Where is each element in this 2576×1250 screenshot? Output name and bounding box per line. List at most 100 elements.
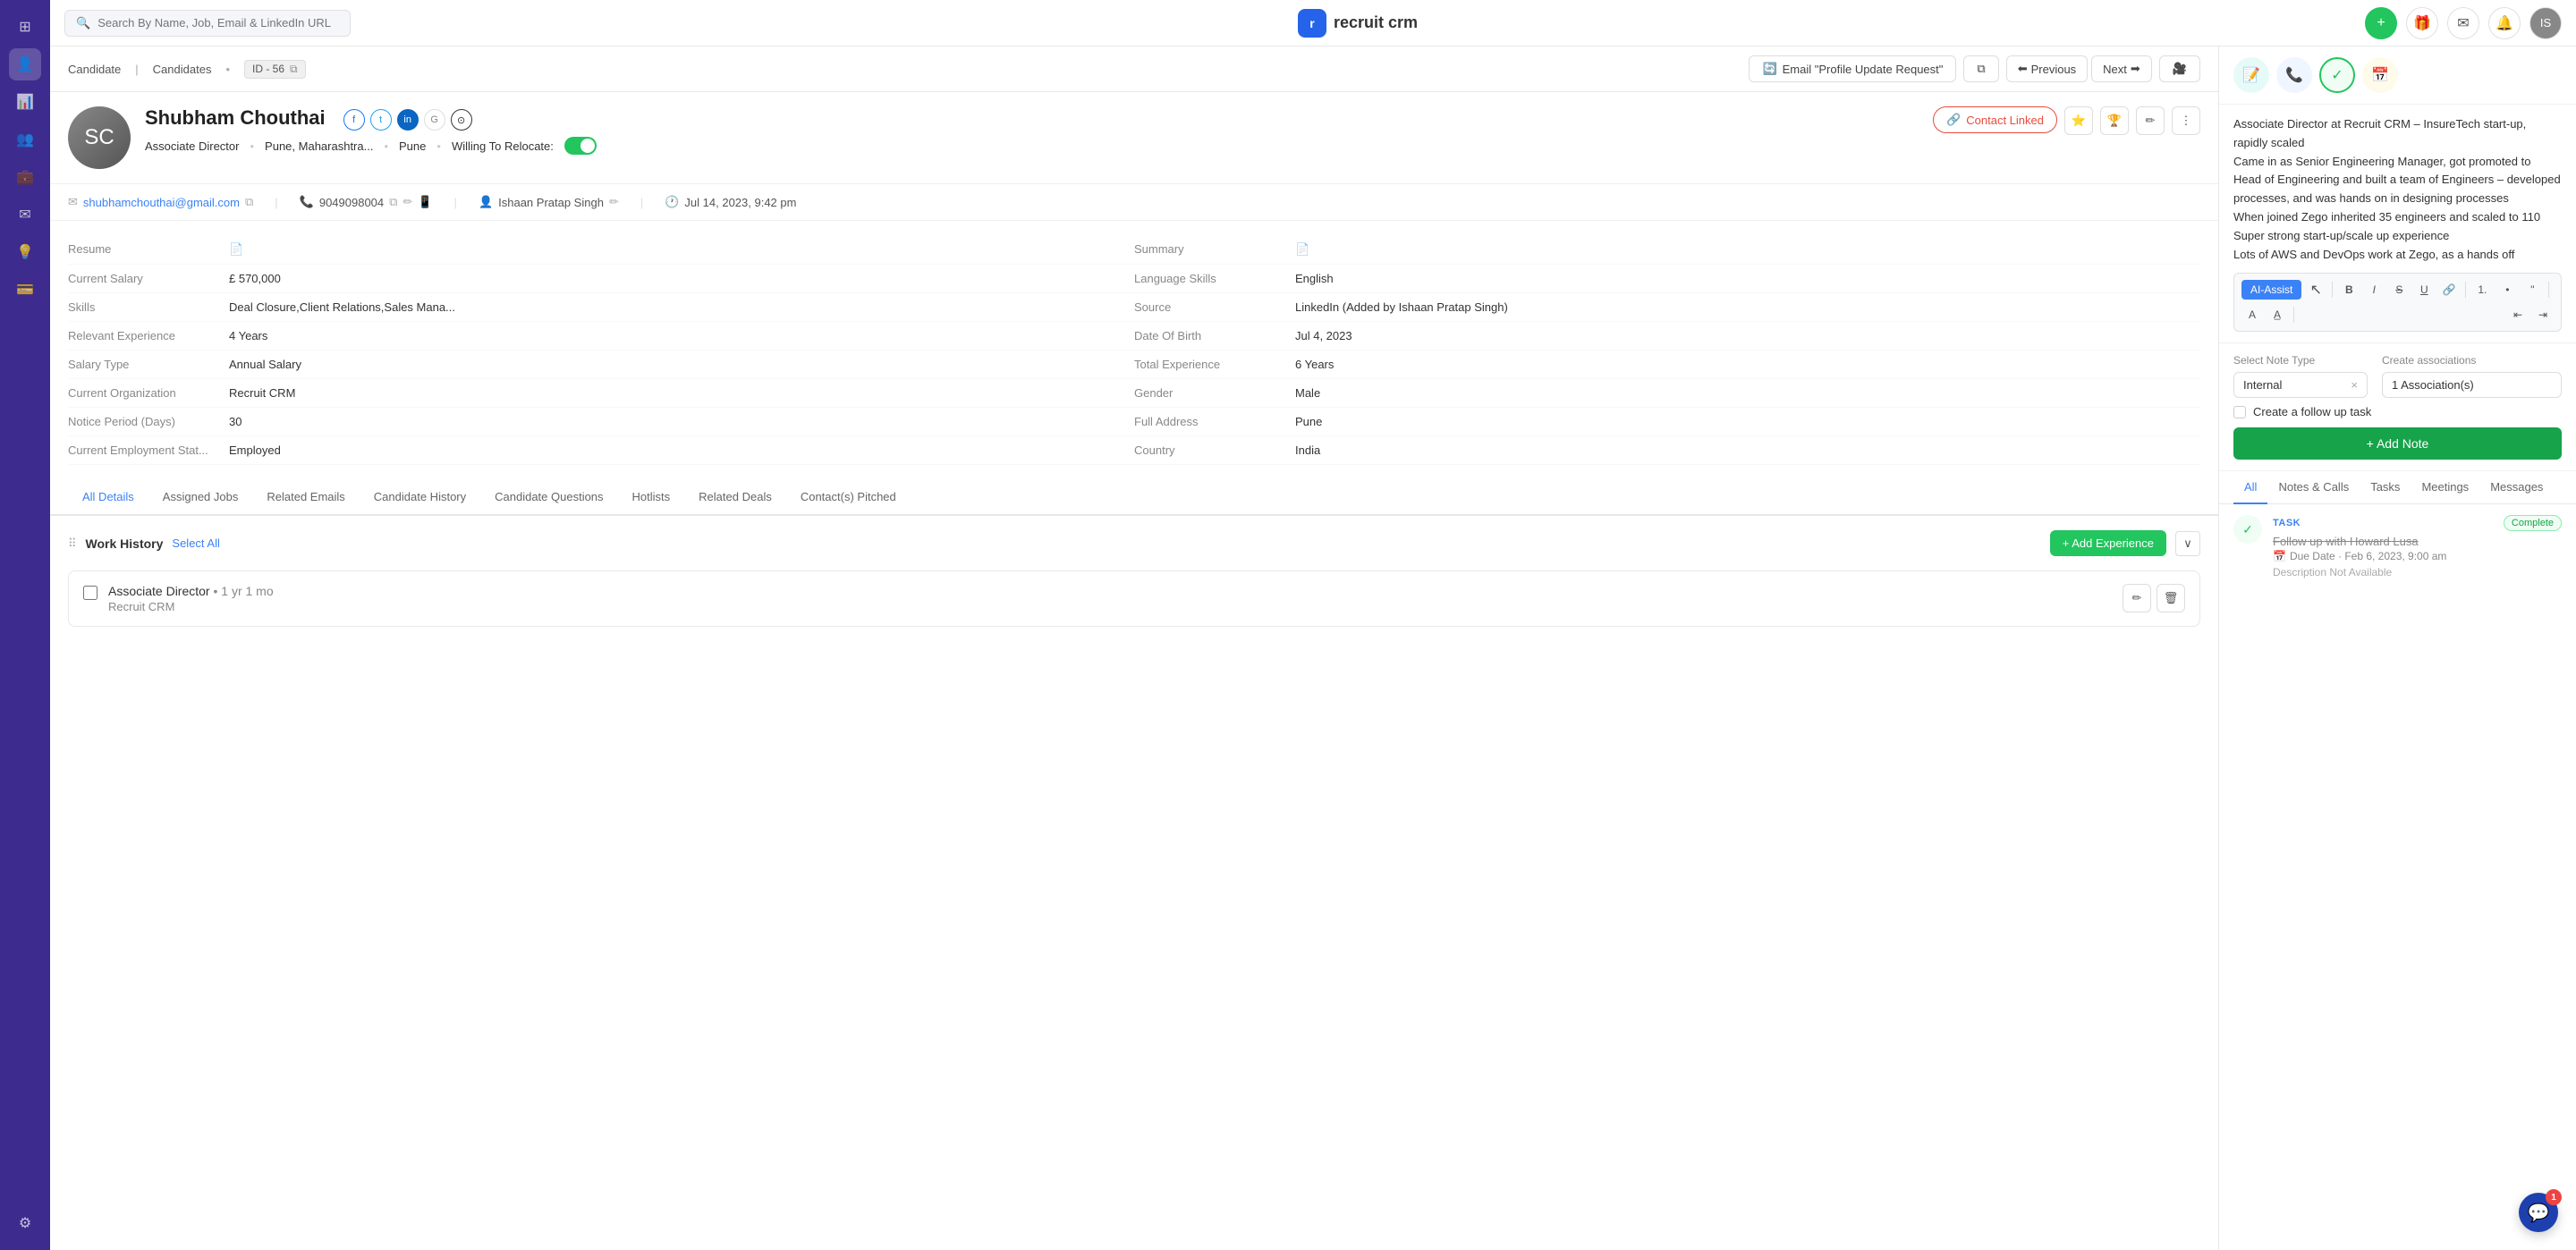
note-type-select[interactable]: Internal × (2233, 372, 2368, 398)
act-tab-all[interactable]: All (2233, 471, 2267, 504)
logo-area: r recruit crm (361, 9, 2354, 38)
toolbar-highlight-btn[interactable]: A̲ (2267, 304, 2288, 325)
tab-related-emails[interactable]: Related Emails (252, 479, 359, 516)
avatar-button[interactable]: IS (2529, 7, 2562, 39)
whatsapp-icon[interactable]: 📱 (418, 195, 432, 209)
toolbar-underline-btn[interactable]: U (2413, 279, 2435, 300)
resume-row: Resume 📄 (68, 235, 1134, 265)
act-tab-messages[interactable]: Messages (2479, 471, 2554, 504)
edit-job-btn[interactable]: ✏ (2123, 584, 2151, 612)
summary-value[interactable]: 📄 (1295, 242, 2200, 257)
toolbar-quote-btn[interactable]: " (2521, 279, 2543, 300)
email-icon-button[interactable]: ✉ (2447, 7, 2479, 39)
previous-btn[interactable]: ⬅ Previous (2006, 55, 2088, 82)
contact-linked-btn[interactable]: 🔗 Contact Linked (1933, 106, 2057, 133)
gift-icon-button[interactable]: 🎁 (2406, 7, 2438, 39)
linkedin-icon[interactable]: in (397, 109, 419, 131)
rp-notes-icon[interactable]: 📝 (2233, 57, 2269, 93)
associations-box[interactable]: 1 Association(s) (2382, 372, 2562, 398)
current-org-row: Current Organization Recruit CRM (68, 379, 1134, 408)
star-icon-btn[interactable]: ⭐ (2064, 106, 2093, 135)
toolbar-strikethrough-btn[interactable]: S (2388, 279, 2410, 300)
sidebar-icon-ideas[interactable]: 💡 (9, 236, 41, 268)
social-icons: f t in G ⊙ (343, 109, 472, 131)
search-box[interactable]: 🔍 (64, 10, 351, 37)
toolbar-ordered-list-btn[interactable]: 1. (2471, 279, 2493, 300)
contact-sep2: | (454, 196, 457, 209)
details-grid: Resume 📄 Current Salary £ 570,000 Skills… (50, 221, 2218, 479)
github-icon[interactable]: ⊙ (451, 109, 472, 131)
sidebar-icon-settings[interactable]: ⚙ (9, 1207, 41, 1239)
sidebar-icon-analytics[interactable]: 📊 (9, 86, 41, 118)
toolbar-align-left-btn[interactable]: ⇤ (2507, 304, 2529, 325)
toolbar-unordered-list-btn[interactable]: • (2496, 279, 2518, 300)
sidebar-icon-billing[interactable]: 💳 (9, 274, 41, 306)
follow-up-checkbox[interactable] (2233, 406, 2246, 418)
act-tab-notes[interactable]: Notes & Calls (2267, 471, 2360, 504)
add-button[interactable]: + (2365, 7, 2397, 39)
complete-badge: Complete (2504, 515, 2562, 531)
trophy-icon-btn[interactable]: 🏆 (2100, 106, 2129, 135)
resume-value[interactable]: 📄 (229, 242, 1134, 257)
tab-contacts-pitched[interactable]: Contact(s) Pitched (786, 479, 911, 516)
drag-handle-icon[interactable]: ⠿ (68, 536, 77, 551)
tab-assigned-jobs[interactable]: Assigned Jobs (148, 479, 253, 516)
add-experience-btn[interactable]: + Add Experience (2050, 530, 2166, 556)
copy-phone-icon[interactable]: ⧉ (389, 195, 397, 209)
delete-job-btn[interactable]: 🗑 (2157, 584, 2185, 612)
activity-tabs: All Notes & Calls Tasks Meetings Message… (2219, 471, 2576, 504)
clear-type-icon[interactable]: × (2351, 378, 2358, 392)
source-label: Source (1134, 300, 1295, 314)
tab-candidate-questions[interactable]: Candidate Questions (480, 479, 617, 516)
tab-candidate-history[interactable]: Candidate History (360, 479, 480, 516)
edit-owner-icon[interactable]: ✏ (609, 195, 619, 209)
add-note-btn[interactable]: + Add Note (2233, 427, 2562, 460)
collapse-btn[interactable]: ∨ (2175, 531, 2200, 556)
rp-calendar-icon[interactable]: 📅 (2362, 57, 2398, 93)
toolbar-link-btn[interactable]: 🔗 (2438, 279, 2460, 300)
google-icon[interactable]: G (424, 109, 445, 131)
avatar-image: SC (68, 106, 131, 169)
edit-icon-btn[interactable]: ✏ (2136, 106, 2165, 135)
edit-phone-icon[interactable]: ✏ (402, 195, 412, 209)
sidebar-icon-jobs[interactable]: 💼 (9, 161, 41, 193)
sidebar-icon-mail[interactable]: ✉ (9, 198, 41, 231)
act-tab-tasks[interactable]: Tasks (2360, 471, 2411, 504)
chat-bubble[interactable]: 💬 1 (2519, 1193, 2558, 1232)
toolbar-italic-btn[interactable]: I (2363, 279, 2385, 300)
rp-phone-icon[interactable]: 📞 (2276, 57, 2312, 93)
facebook-icon[interactable]: f (343, 109, 365, 131)
language-value: English (1295, 272, 2200, 285)
sidebar-icon-candidates[interactable]: 👤 (9, 48, 41, 80)
sidebar-icon-contacts[interactable]: 👥 (9, 123, 41, 156)
video-btn[interactable]: 🎥 (2159, 55, 2200, 82)
copy-email-icon[interactable]: ⧉ (245, 195, 253, 209)
more-options-btn[interactable]: ⋮ (2172, 106, 2200, 135)
tab-all-details[interactable]: All Details (68, 479, 148, 516)
toolbar-bold-btn[interactable]: B (2338, 279, 2360, 300)
note-text-content[interactable]: Associate Director at Recruit CRM – Insu… (2233, 115, 2562, 264)
copy-id-icon[interactable]: ⧉ (290, 63, 298, 76)
twitter-icon[interactable]: t (370, 109, 392, 131)
next-btn[interactable]: Next ➡ (2091, 55, 2152, 82)
task-title[interactable]: Follow up with Howard Lusa (2273, 535, 2562, 548)
toolbar-cursor-icon[interactable]: ↖ (2305, 279, 2326, 300)
search-input[interactable] (97, 16, 339, 30)
tab-related-deals[interactable]: Related Deals (684, 479, 786, 516)
notification-icon-button[interactable]: 🔔 (2488, 7, 2521, 39)
job-checkbox[interactable] (83, 586, 97, 600)
select-all-btn[interactable]: Select All (172, 536, 219, 550)
sidebar-icon-dashboard[interactable]: ⊞ (9, 11, 41, 43)
relocate-toggle[interactable] (564, 137, 597, 155)
ai-assist-btn[interactable]: AI-Assist (2241, 280, 2301, 300)
rp-check-icon[interactable]: ✓ (2319, 57, 2355, 93)
tab-hotlists[interactable]: Hotlists (618, 479, 685, 516)
toolbar-align-right-btn[interactable]: ⇥ (2532, 304, 2554, 325)
act-tab-meetings[interactable]: Meetings (2411, 471, 2479, 504)
country-label: Country (1134, 443, 1295, 457)
email-profile-btn[interactable]: 🔄 Email "Profile Update Request" (1749, 55, 1956, 82)
email-link[interactable]: shubhamchouthai@gmail.com (83, 196, 240, 209)
toolbar-font-color-btn[interactable]: A (2241, 304, 2263, 325)
copy-btn[interactable]: ⧉ (1963, 55, 1998, 82)
id-label: ID - 56 (252, 63, 284, 75)
